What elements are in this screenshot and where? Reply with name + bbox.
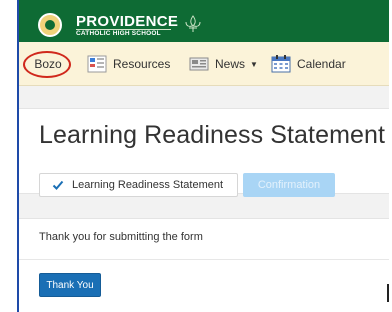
- divider: [19, 259, 389, 260]
- checkmark-icon: [52, 180, 64, 190]
- school-name[interactable]: PROVIDENCE: [76, 14, 178, 29]
- nav-item-news[interactable]: News ▼: [189, 42, 258, 86]
- nav-item-label: Resources: [113, 57, 171, 71]
- step-learning-readiness[interactable]: Learning Readiness Statement: [39, 173, 238, 197]
- nav-item-bozo[interactable]: Bozo: [25, 42, 71, 86]
- confirmation-message: Thank you for submitting the form: [39, 231, 203, 243]
- thank-you-button[interactable]: Thank You: [39, 273, 101, 297]
- content-area: Learning Readiness Statement Learning Re…: [19, 86, 389, 312]
- nav-item-label: News: [215, 57, 246, 71]
- nav-item-label: Bozo: [34, 57, 62, 71]
- form-header-panel: Learning Readiness Statement Learning Re…: [19, 108, 389, 197]
- step-label: Learning Readiness Statement: [72, 179, 224, 191]
- calendar-icon: [271, 55, 291, 73]
- confirmation-panel: Thank you for submitting the form Thank …: [19, 218, 389, 312]
- scrollbar[interactable]: [387, 284, 389, 302]
- newspaper-icon: [189, 57, 209, 71]
- brand-header: PROVIDENCE CATHOLIC HIGH SCHOOL: [19, 0, 389, 42]
- school-seal-logo[interactable]: [38, 13, 62, 37]
- nav-item-resources[interactable]: Resources: [87, 42, 170, 86]
- school-subtitle: CATHOLIC HIGH SCHOOL: [76, 30, 161, 37]
- app-frame: PROVIDENCE CATHOLIC HIGH SCHOOL Bozo Res…: [17, 0, 389, 312]
- nav-item-label: Calendar: [297, 57, 346, 71]
- grid-document-icon: [87, 55, 107, 73]
- page-title: Learning Readiness Statement: [39, 121, 386, 149]
- step-confirmation[interactable]: Confirmation: [243, 173, 335, 197]
- step-label: Confirmation: [257, 179, 321, 191]
- chevron-down-icon: ▼: [250, 59, 258, 69]
- nav-item-calendar[interactable]: Calendar: [271, 42, 346, 86]
- main-nav: Bozo Resources News ▼ Calendar: [19, 42, 389, 86]
- fleur-de-lis-icon: [185, 15, 201, 32]
